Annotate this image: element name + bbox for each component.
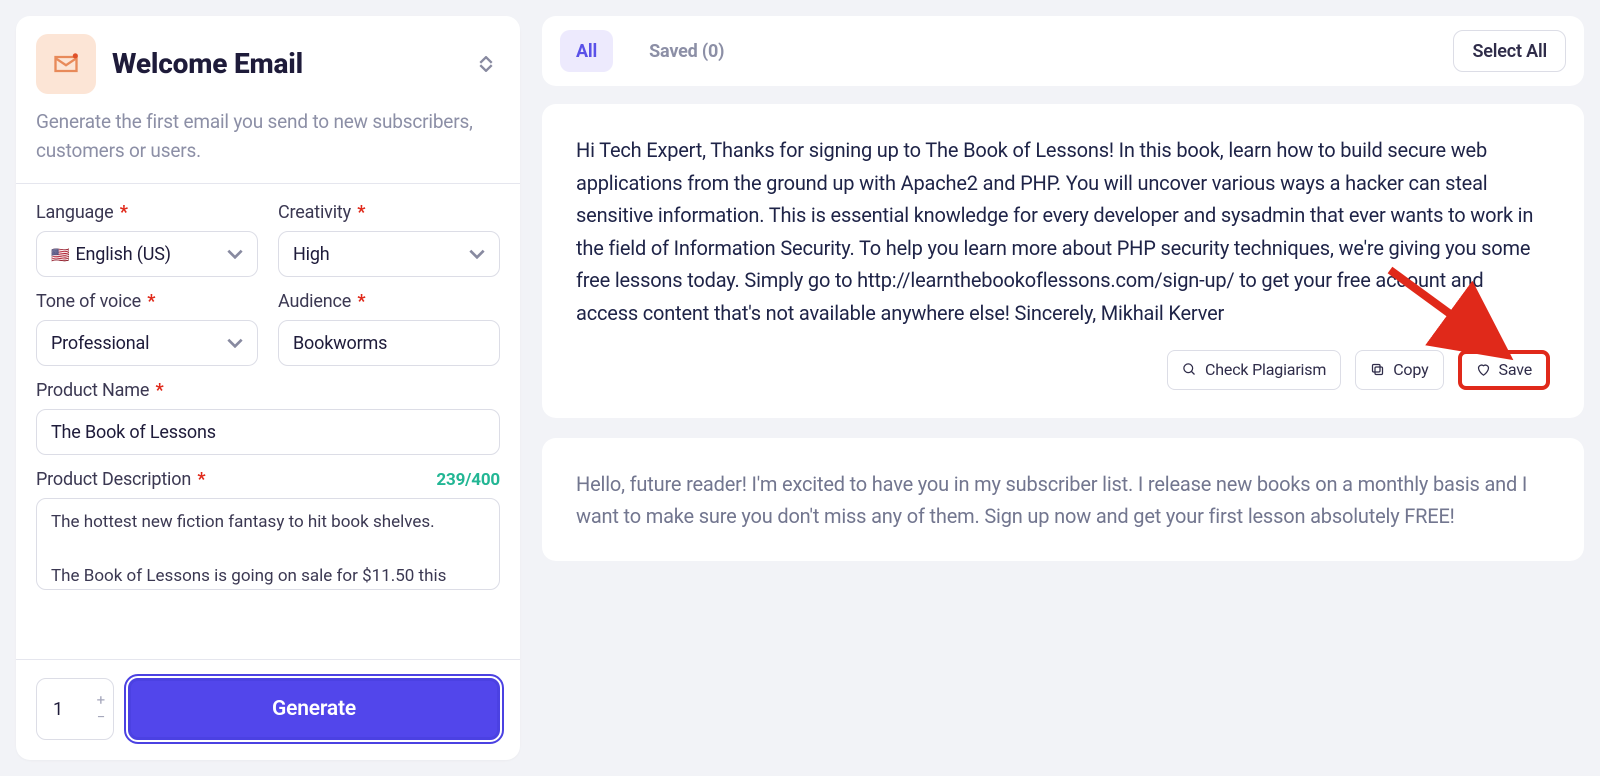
config-panel: Welcome Email Generate the first email y… [16, 16, 520, 760]
tool-icon [36, 34, 96, 94]
heart-icon [1476, 362, 1491, 377]
check-plagiarism-button[interactable]: Check Plagiarism [1167, 350, 1341, 390]
product-desc-label: Product Description [36, 469, 191, 490]
chevron-down-icon [227, 338, 243, 348]
flag-icon: 🇺🇸 [51, 246, 70, 264]
quantity-stepper[interactable]: 1 + − [36, 678, 114, 740]
result-text: Hello, future reader! I'm excited to hav… [576, 468, 1550, 533]
creativity-label: Creativity [278, 202, 351, 223]
tab-all[interactable]: All [560, 30, 613, 72]
search-icon [1182, 362, 1197, 377]
creativity-select[interactable]: High [278, 231, 500, 277]
plus-icon[interactable]: + [97, 693, 105, 708]
result-card: Hello, future reader! I'm excited to hav… [542, 438, 1584, 561]
minus-icon[interactable]: − [97, 710, 105, 725]
chevron-down-icon [479, 64, 493, 72]
results-panel: All Saved (0) Select All Hi Tech Expert,… [542, 16, 1584, 760]
envelope-icon [52, 50, 80, 78]
audience-label: Audience [278, 291, 351, 312]
audience-input[interactable]: Bookworms [278, 320, 500, 366]
copy-icon [1370, 362, 1385, 377]
tool-subtitle: Generate the first email you send to new… [16, 108, 520, 184]
select-all-button[interactable]: Select All [1453, 30, 1566, 72]
chevron-down-icon [469, 249, 485, 259]
product-name-input[interactable]: The Book of Lessons [36, 409, 500, 455]
expand-toggle[interactable] [472, 46, 500, 82]
char-counter: 239/400 [436, 470, 500, 490]
result-card: Hi Tech Expert, Thanks for signing up to… [542, 104, 1584, 418]
chevron-up-icon [479, 56, 493, 64]
tone-label: Tone of voice [36, 291, 141, 312]
result-text: Hi Tech Expert, Thanks for signing up to… [576, 134, 1550, 330]
language-label: Language [36, 202, 113, 223]
save-button[interactable]: Save [1458, 350, 1551, 390]
copy-button[interactable]: Copy [1355, 350, 1443, 390]
product-desc-textarea[interactable] [36, 498, 500, 590]
product-name-label: Product Name [36, 380, 149, 401]
generate-button[interactable]: Generate [128, 678, 500, 740]
tab-saved[interactable]: Saved (0) [633, 30, 740, 72]
result-tabs: All Saved (0) Select All [542, 16, 1584, 86]
tone-select[interactable]: Professional [36, 320, 258, 366]
language-select[interactable]: 🇺🇸English (US) [36, 231, 258, 277]
tool-title: Welcome Email [112, 49, 303, 80]
chevron-down-icon [227, 249, 243, 259]
